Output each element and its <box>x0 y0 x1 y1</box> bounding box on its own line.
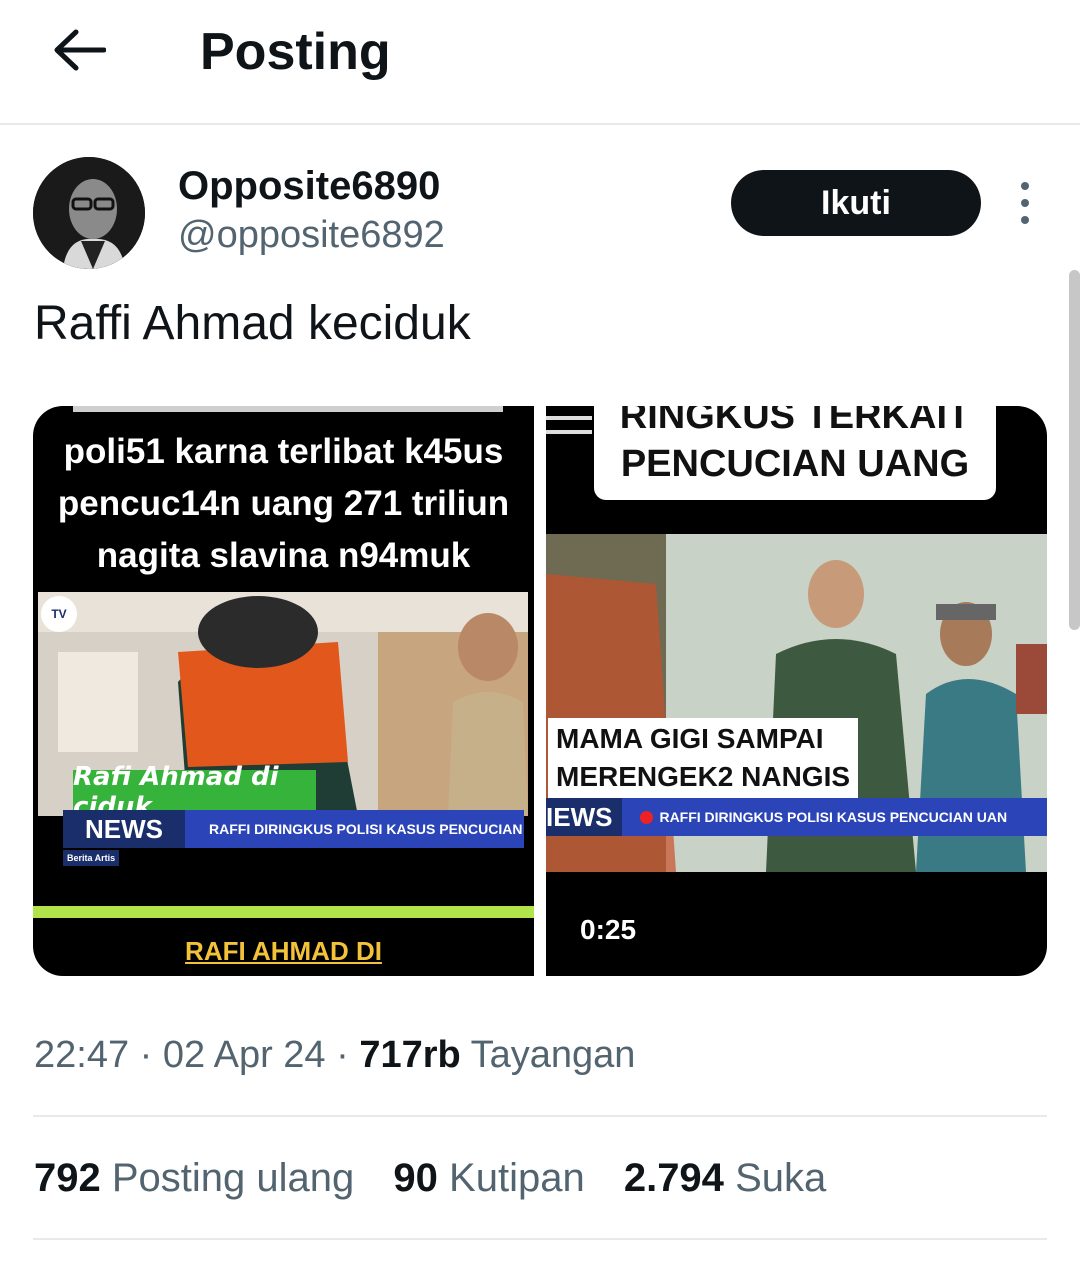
ticker-text: RAFFI DIRINGKUS POLISI KASUS PENCUCIAN U… <box>659 809 1008 825</box>
post-date[interactable]: 02 Apr 24 <box>163 1034 326 1076</box>
berita-tag: Berita Artis <box>63 850 120 866</box>
separator: · <box>336 1034 360 1076</box>
likes-stat[interactable]: 2.794 Suka <box>624 1156 826 1200</box>
channel-logo: TV <box>41 596 77 632</box>
arrow-left-icon <box>54 29 106 71</box>
news-ticker: RAFFI DIRINGKUS POLISI KASUS PENCUCIAN U… <box>185 810 524 848</box>
likes-count: 2.794 <box>623 1156 724 1200</box>
caption-line: pencuc14n uang 271 triliun <box>57 484 510 523</box>
user-handle[interactable]: @opposite6892 <box>178 214 445 257</box>
cut-caption-line <box>73 406 503 412</box>
reposts-count: 792 <box>34 1156 101 1200</box>
caption-line: PENCUCIAN UANG <box>620 443 970 485</box>
caption-line: RINGKUS TERKAIT <box>619 406 971 437</box>
reposts-label: Posting ulang <box>111 1156 355 1200</box>
quotes-stat[interactable]: 90 Kutipan <box>393 1156 584 1200</box>
likes-label: Suka <box>735 1156 827 1200</box>
display-name[interactable]: Opposite6890 <box>178 164 440 209</box>
post-time: 22:47 <box>34 1034 130 1076</box>
media-right[interactable]: RINGKUS TERKAIT PENCUCIAN UANG MAMA GIGI… <box>546 406 1047 976</box>
avatar-photo <box>33 157 145 269</box>
news-tag: IEWS <box>546 798 623 836</box>
avatar[interactable] <box>33 157 145 269</box>
divider <box>33 1238 1047 1240</box>
media-left-label: Rafi Ahmad di ciduk <box>73 762 316 822</box>
back-button[interactable] <box>44 20 114 80</box>
media-left-caption: poli51 karna terlibat k45us pencuc14n ua… <box>33 426 534 582</box>
news-tag: NEWS <box>63 810 185 848</box>
box-line: MAMA GIGI SAMPAI <box>556 723 824 754</box>
media-left[interactable]: poli51 karna terlibat k45us pencuc14n ua… <box>33 406 534 976</box>
box-line: MERENGEK2 NANGIS <box>556 761 851 792</box>
tweet-text: Raffi Ahmad keciduk <box>34 297 471 350</box>
divider <box>33 1115 1047 1117</box>
news-ticker: RAFFI DIRINGKUS POLISI KASUS PENCUCIAN U… <box>622 798 1047 836</box>
caption-line: nagita slavina n94muk <box>96 536 471 575</box>
views-label: Tayangan <box>470 1034 636 1076</box>
media-right-box: MAMA GIGI SAMPAI MERENGEK2 NANGIS <box>548 718 859 798</box>
more-button[interactable] <box>1008 178 1042 228</box>
quotes-label: Kutipan <box>449 1156 585 1200</box>
top-bar: Posting <box>0 0 1080 125</box>
media-left-bottom-caption: RAFI AHMAD DI <box>185 936 382 966</box>
more-vertical-icon <box>1021 182 1029 224</box>
media-right-caption: RINGKUS TERKAIT PENCUCIAN UANG <box>594 406 996 500</box>
video-duration: 0:25 <box>580 914 637 945</box>
news-bar-left: NEWS RAFFI DIRINGKUS POLISI KASUS PENCUC… <box>63 810 524 848</box>
ticker-text: RAFFI DIRINGKUS POLISI KASUS PENCUCIAN U… <box>209 821 524 837</box>
reposts-stat[interactable]: 792 Posting ulang <box>34 1156 354 1200</box>
news-bar-right: IEWS RAFFI DIRINGKUS POLISI KASUS PENCUC… <box>546 798 1047 836</box>
caption-line: poli51 karna terlibat k45us <box>63 432 504 471</box>
separator: · <box>139 1034 163 1076</box>
live-dot-icon <box>640 810 654 824</box>
follow-button[interactable]: Ikuti <box>731 170 981 236</box>
views-count[interactable]: 717rb <box>359 1034 460 1076</box>
page-title: Posting <box>200 23 391 81</box>
scrollbar[interactable] <box>1069 270 1080 630</box>
quotes-count: 90 <box>393 1156 438 1200</box>
post-meta: 22:47 · 02 Apr 24 · 717rb Tayangan <box>34 1034 635 1077</box>
menu-lines-icon <box>546 416 592 434</box>
green-strip <box>33 906 534 918</box>
post-stats: 792 Posting ulang 90 Kutipan 2.794 Suka <box>34 1156 854 1201</box>
